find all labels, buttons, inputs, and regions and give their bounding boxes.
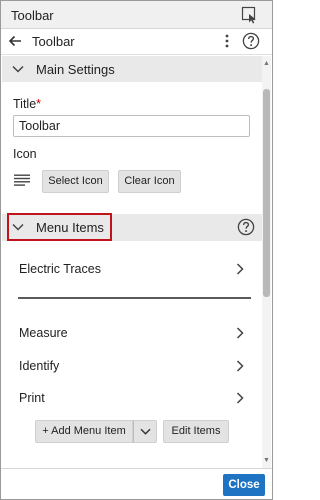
add-menu-item-button[interactable]: + Add Menu Item <box>35 420 133 443</box>
menu-item-label: Measure <box>19 326 68 340</box>
scroll-up-arrow-icon[interactable]: ▲ <box>263 60 270 67</box>
chevron-down-icon <box>139 428 151 435</box>
scroll-down-arrow-icon[interactable]: ▼ <box>263 457 270 464</box>
clear-icon-button[interactable]: Clear Icon <box>118 170 181 193</box>
select-icon-button[interactable]: Select Icon <box>42 170 109 193</box>
menu-items-highlight-box <box>7 213 112 241</box>
window-frame: Toolbar Toolbar ▲ ▼ Main Settings Title*… <box>0 0 273 500</box>
panel-footer: Close <box>1 468 272 499</box>
menu-item-electric-traces[interactable]: Electric Traces <box>2 254 262 284</box>
menu-item-identify[interactable]: Identify <box>2 351 262 381</box>
window-title: Toolbar <box>11 8 54 23</box>
close-button[interactable]: Close <box>223 474 265 496</box>
title-input[interactable] <box>13 115 250 137</box>
chevron-right-icon <box>236 392 244 404</box>
title-label-text: Title <box>13 97 37 111</box>
panel-title: Toolbar <box>32 34 75 49</box>
scrollbar-thumb[interactable] <box>263 89 270 297</box>
more-options-icon[interactable] <box>223 33 231 49</box>
edit-items-button[interactable]: Edit Items <box>163 420 229 443</box>
window-titlebar: Toolbar <box>1 1 272 29</box>
help-icon[interactable] <box>242 32 260 50</box>
add-menu-item-dropdown-button[interactable] <box>133 420 157 443</box>
menu-item-label: Print <box>19 391 45 405</box>
help-icon[interactable] <box>237 218 255 236</box>
required-mark: * <box>36 97 42 111</box>
list-icon <box>14 174 30 186</box>
back-arrow-icon[interactable] <box>8 34 22 48</box>
icon-field-label: Icon <box>13 147 37 161</box>
chevron-right-icon <box>236 263 244 275</box>
main-settings-label: Main Settings <box>36 62 115 77</box>
chevron-down-icon <box>12 65 24 73</box>
select-element-icon[interactable] <box>241 6 259 24</box>
chevron-right-icon <box>236 360 244 372</box>
panel-navbar: Toolbar <box>1 29 272 55</box>
menu-item-label: Electric Traces <box>19 262 101 276</box>
menu-item-measure[interactable]: Measure <box>2 318 262 348</box>
menu-separator <box>18 297 251 299</box>
chevron-right-icon <box>236 327 244 339</box>
menu-item-print[interactable]: Print <box>2 383 262 413</box>
main-settings-header[interactable]: Main Settings <box>2 56 262 82</box>
title-field-label: Title* <box>13 97 41 111</box>
menu-item-label: Identify <box>19 359 60 373</box>
